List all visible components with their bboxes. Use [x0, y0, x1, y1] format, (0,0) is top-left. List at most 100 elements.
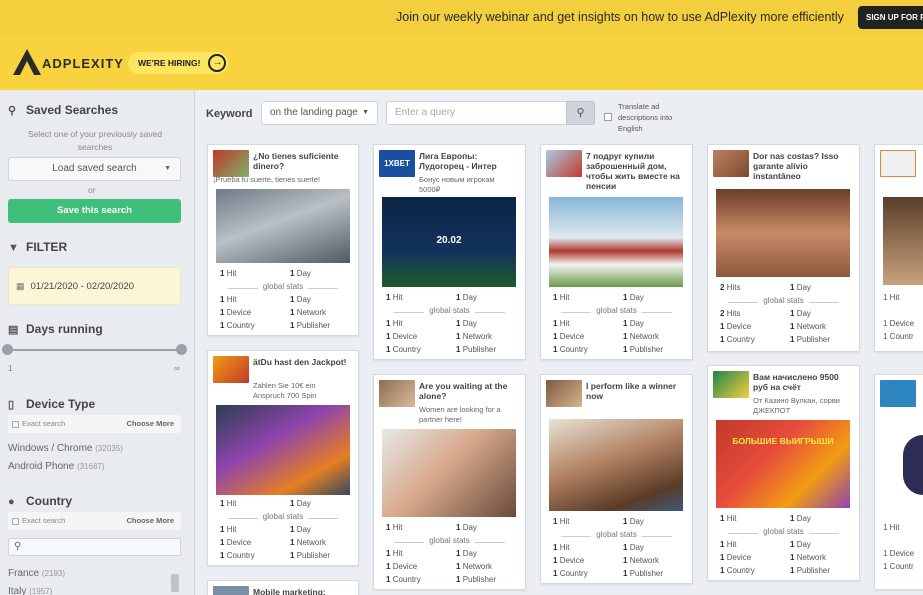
ad-stats: 1 Hit 1 Day global stats 1 Hit 1 Day 1 Dev… [220, 269, 346, 334]
ad-creative-image [549, 419, 683, 511]
ad-stats: 1 Hit 1 Day global stats 1 Hit 1 Day 1 Dev… [553, 293, 680, 358]
adplexity-logo-icon[interactable] [11, 47, 43, 77]
calendar-icon: ▤ [8, 324, 19, 336]
exact-search-checkbox[interactable] [12, 517, 19, 525]
ad-stats: 1 Hit 1 Day global stats 1 Hit 1 Day 1 Dev… [220, 499, 346, 564]
ad-card[interactable]: ¿No tienes suficiente dinero? ¡Prueba tu… [207, 144, 359, 336]
ad-creative-image [216, 405, 350, 495]
logo-text[interactable]: ADPLEXITY [42, 56, 124, 71]
search-icon: ⚲ [14, 541, 22, 552]
country-option[interactable]: France (2193) [8, 568, 65, 579]
ad-thumbnail [713, 150, 749, 177]
ad-creative-image: 20.02 [382, 197, 516, 287]
ad-title: 7 подруг купили заброшенный дом, чтобы ж… [586, 151, 680, 191]
ad-thumbnail [546, 150, 582, 177]
ad-thumbnail [379, 380, 415, 407]
ad-stats: 1 Hit 1 Day global stats 1 Hit 1 Day 1 Dev… [720, 514, 847, 579]
webinar-banner: Join our weekly webinar and get insights… [0, 0, 923, 36]
country-list-scrollbar[interactable] [171, 574, 179, 592]
date-range-picker[interactable]: ▦ 01/21/2020 - 02/20/2020 [8, 267, 181, 305]
signup-button[interactable]: SIGN UP FOR FREE [858, 6, 923, 29]
search-button[interactable]: ⚲ [566, 101, 595, 125]
country-exact-search-row[interactable]: Exact search Choose More [8, 512, 181, 530]
ad-card[interactable]: Are you waiting at the alone? Women are … [373, 374, 526, 590]
ad-stats: 1 Hit 1 Device 1 Countr [883, 293, 915, 341]
ad-creative-image [883, 197, 923, 285]
ad-creative-image [216, 189, 350, 263]
ad-thumbnail [880, 380, 916, 407]
ad-thumbnail [880, 150, 916, 177]
ad-card[interactable]: 7 подруг купили заброшенный дом, чтобы ж… [540, 144, 693, 360]
ad-card[interactable]: 1 Hit 1 Device 1 Countr [874, 144, 923, 352]
ad-title: Лига Европы: Лудогорец - Интер [419, 151, 497, 171]
or-separator: or [88, 185, 96, 195]
ad-title: Are you waiting at the alone? [419, 381, 508, 401]
casino-slots-icon [713, 371, 749, 398]
ad-card[interactable]: 1 Hit 1 Device 1 Countr [874, 374, 923, 590]
saved-searches-heading: ⚲ Saved Searches [8, 103, 119, 117]
keyword-scope-select[interactable]: on the landing page ▼ [261, 101, 378, 125]
ad-card[interactable]: Mobile marketing: [207, 580, 359, 595]
exact-search-checkbox[interactable] [12, 420, 19, 428]
device-type-heading: ▯ Device Type [8, 397, 96, 411]
ad-stats: 1 Hit 1 Device 1 Countr [883, 523, 915, 571]
saved-searches-hint: Select one of your previously saved sear… [27, 129, 163, 152]
country-option[interactable]: Italy (1957) [8, 586, 52, 595]
ad-title: ätDu hast den Jackpot! [253, 357, 347, 367]
caret-down-icon: ▼ [362, 109, 369, 116]
banner-text: Join our weekly webinar and get insights… [396, 10, 844, 24]
search-icon: ⚲ [576, 107, 585, 119]
ad-title: I perform like a winner now [586, 381, 677, 401]
ad-title: Dor nas costas? Isso garante alívio inst… [753, 151, 839, 181]
country-choose-more-link[interactable]: Choose More [126, 512, 174, 530]
ad-stats: 1 Hit 1 Day global stats 1 Hit 1 Day 1 Dev… [386, 523, 513, 588]
country-heading: ● Country [8, 494, 72, 508]
ad-card[interactable]: 1XBET Лига Европы: Лудогорец - Интер Бон… [373, 144, 526, 360]
ad-card[interactable]: ätDu hast den Jackpot! Zahlen Sie 10€ ei… [207, 350, 359, 566]
mobile-icon: ▯ [8, 399, 15, 411]
device-option[interactable]: Windows / Chrome (32035) [8, 443, 123, 454]
days-slider-min-handle[interactable] [2, 344, 13, 355]
query-input[interactable]: Enter a query [386, 101, 567, 125]
load-saved-search-select[interactable]: Load saved search ▼ [8, 157, 181, 181]
filter-heading: ▼ FILTER [8, 240, 68, 254]
ad-title: Mobile marketing: [253, 587, 326, 595]
device-option[interactable]: Android Phone (31687) [8, 461, 105, 472]
ad-description: Zahlen Sie 10€ ein Anspruch 700 Spin [253, 381, 317, 400]
days-slider-track[interactable] [8, 349, 181, 351]
ad-card[interactable]: Вам начислено 9500 руб на счёт От Казино… [707, 365, 860, 581]
ad-stats: 1 Hit 1 Day global stats 1 Hit 1 Day 1 Dev… [386, 293, 513, 358]
ad-title: ¿No tienes suficiente dinero? [253, 151, 339, 171]
hiring-button[interactable]: WE'RE HIRING! → [128, 52, 229, 74]
ad-creative-image [382, 429, 516, 517]
funnel-icon: ▼ [8, 242, 19, 254]
search-icon: ⚲ [8, 105, 17, 117]
sidebar: ⚲ Saved Searches Select one of your previ… [0, 90, 195, 595]
ad-description: Women are looking for a partner here! [419, 405, 501, 424]
country-search-input[interactable]: ⚲ [8, 538, 181, 556]
days-slider-max-handle[interactable] [176, 344, 187, 355]
ad-title: Вам начислено 9500 руб на счёт [753, 372, 839, 392]
ad-card[interactable]: Dor nas costas? Isso garante alívio inst… [707, 144, 860, 352]
device-exact-search-row[interactable]: Exact search Choose More [8, 415, 181, 433]
globe-icon: ● [8, 496, 15, 508]
ad-description: От Казино Вулкан, сорви ДЖЕКПОТ [753, 396, 840, 415]
device-choose-more-link[interactable]: Choose More [126, 415, 174, 433]
translate-label: Translate ad descriptions into English [618, 102, 673, 133]
ad-creative-image [549, 197, 683, 287]
calendar-icon: ▦ [16, 281, 25, 291]
ad-thumbnail [546, 380, 582, 407]
ad-card[interactable]: I perform like a winner now 1 Hit 1 Day g… [540, 374, 693, 584]
hiring-label: WE'RE HIRING! [138, 58, 201, 68]
ad-thumbnail [213, 150, 249, 177]
app-header: ADPLEXITY WE'RE HIRING! → [0, 36, 923, 90]
save-search-button[interactable]: Save this search [8, 199, 181, 223]
translate-checkbox[interactable] [604, 113, 612, 121]
ad-stats: 1 Hit 1 Day global stats 1 Hit 1 Day 1 Dev… [553, 517, 680, 582]
ad-creative-image [716, 189, 850, 277]
days-running-heading: ▤ Days running [8, 322, 103, 336]
main-content: Keyword on the landing page ▼ Enter a que… [196, 90, 923, 595]
ad-description: Бонус новым игрокам 5000₽ [419, 175, 495, 194]
days-min-label: 1 [8, 364, 13, 373]
arrow-right-icon: → [208, 54, 227, 72]
